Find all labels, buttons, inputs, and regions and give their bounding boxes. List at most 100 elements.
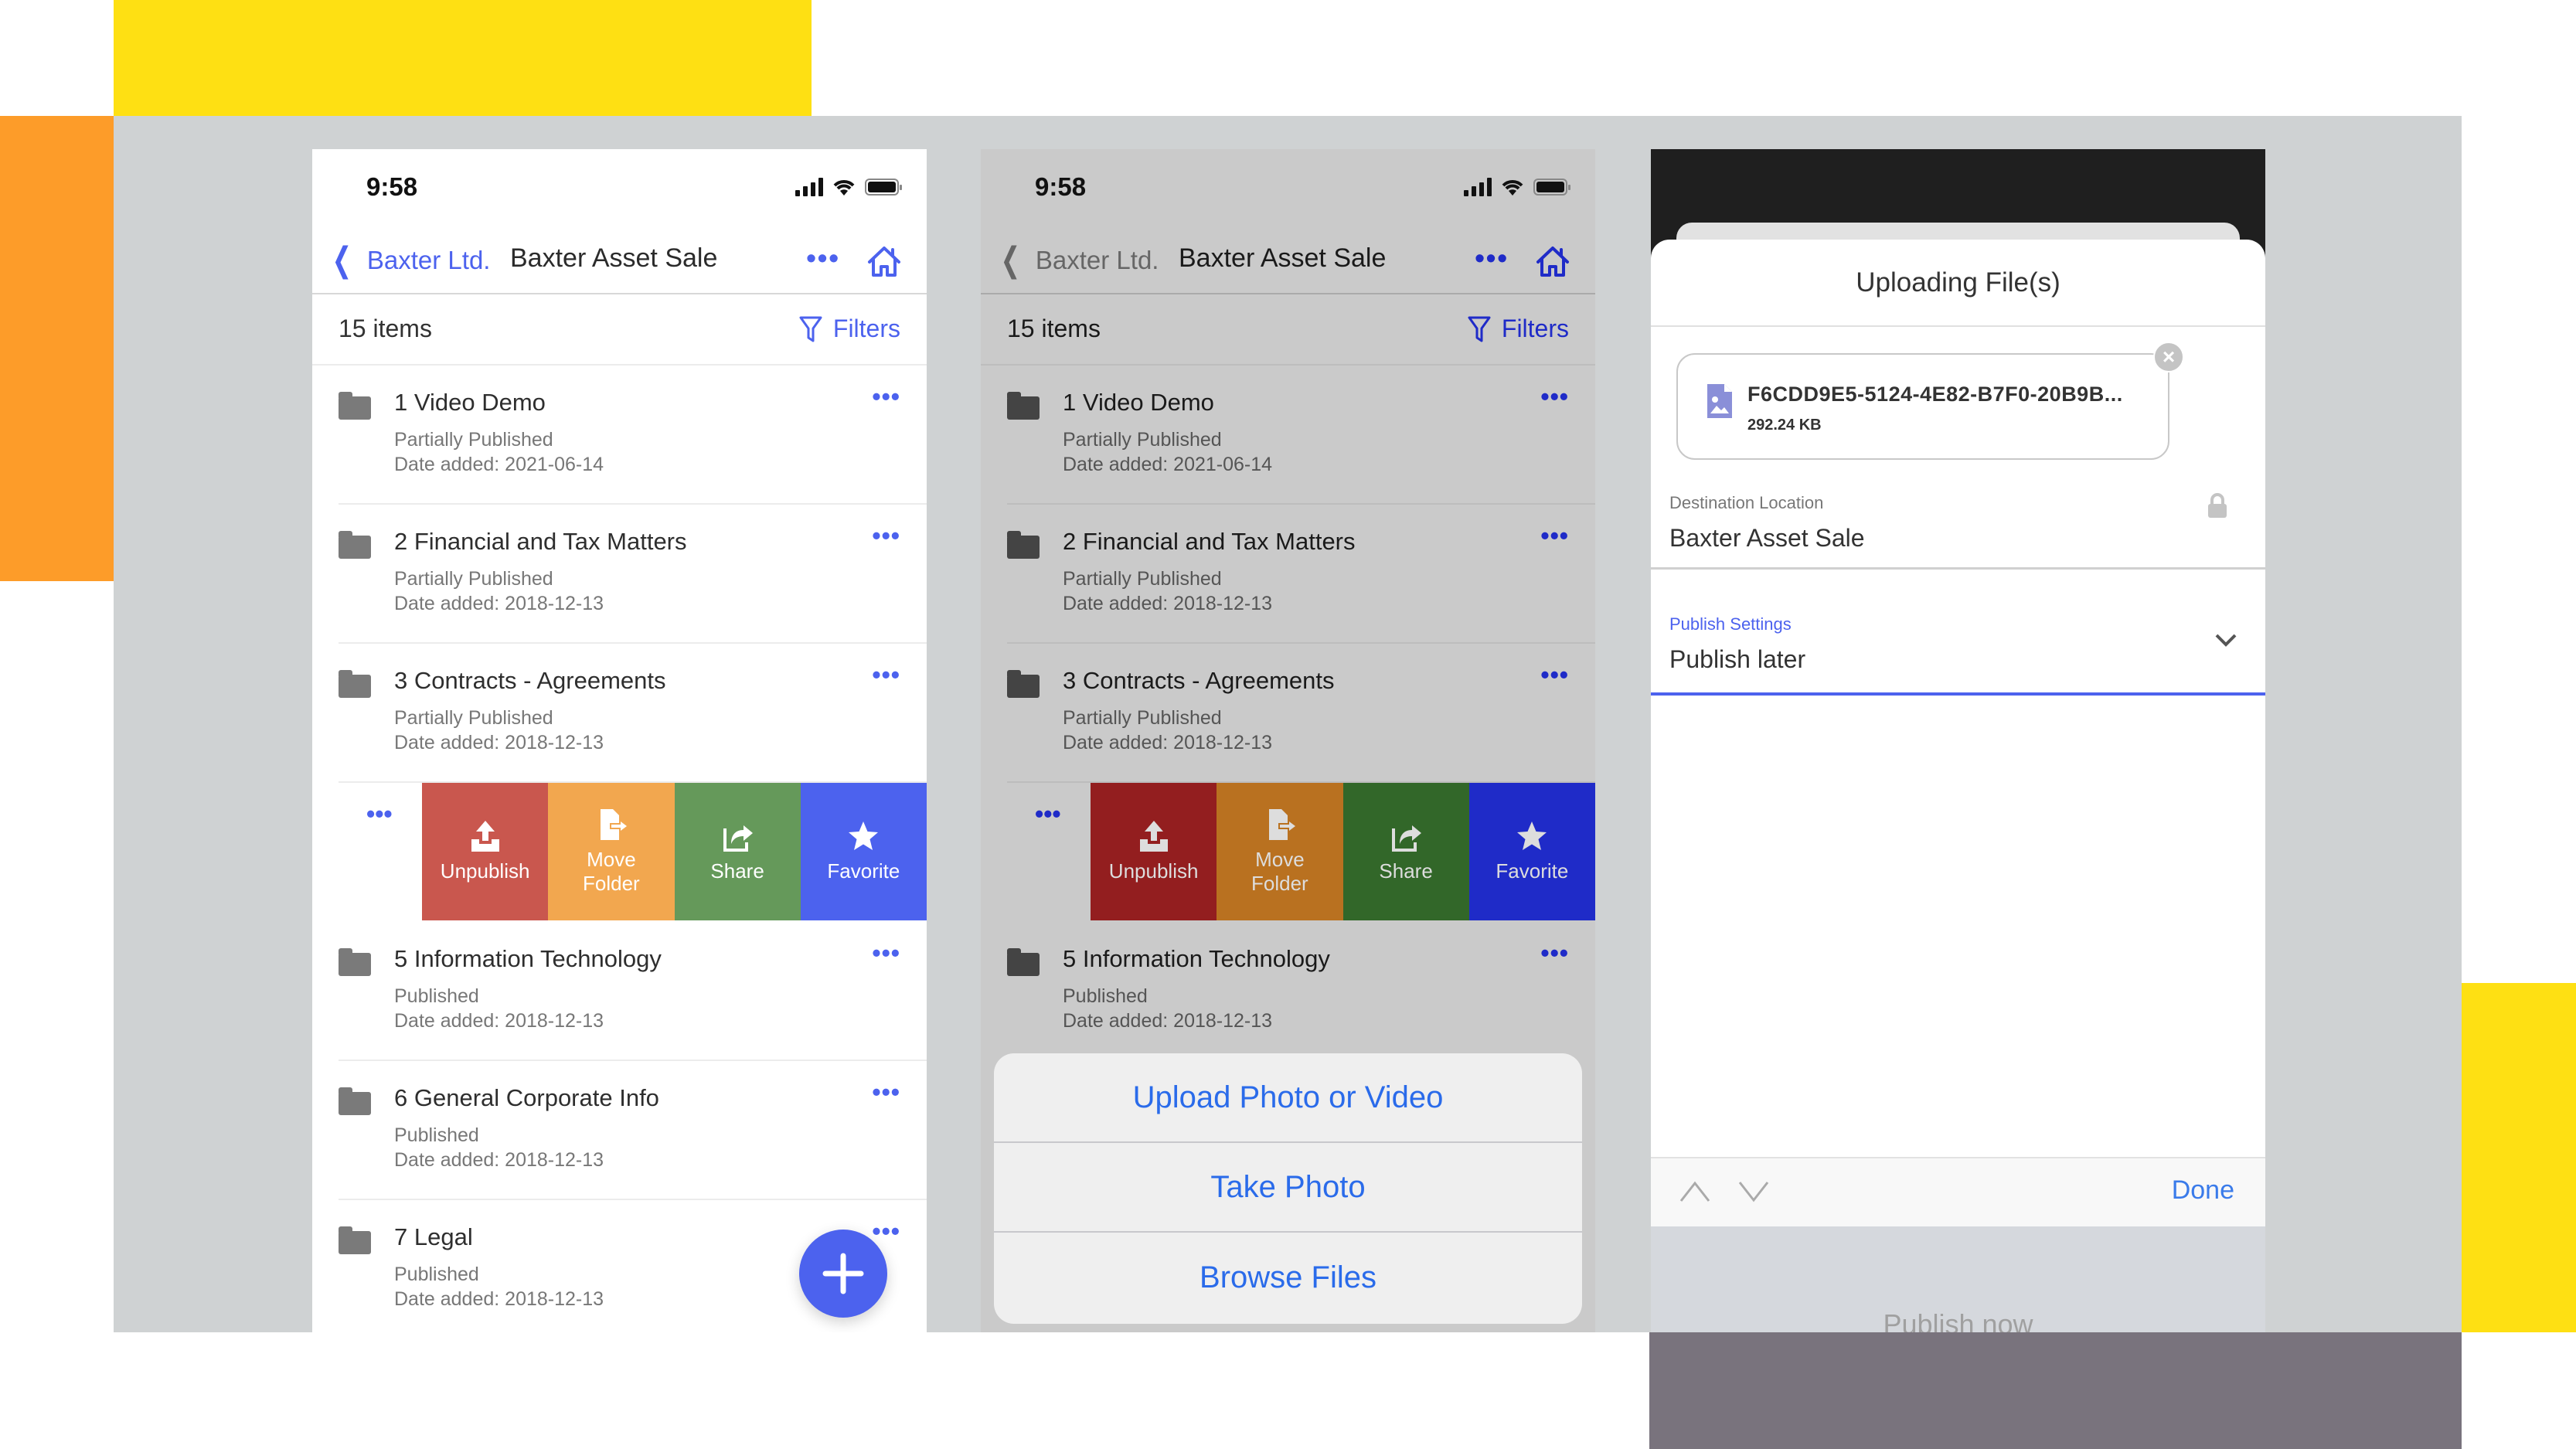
item-count: 15 items	[339, 315, 432, 342]
folder-icon	[1007, 392, 1040, 420]
next-field-button[interactable]	[1737, 1180, 1770, 1203]
item-status: Partially Published	[394, 429, 553, 451]
status-bar: 9:58	[312, 149, 927, 226]
item-status: Published	[1063, 985, 1148, 1007]
item-title: 7 Legal	[394, 1223, 473, 1250]
keyboard-toolbar: Done	[1651, 1157, 2265, 1226]
chevron-left-icon: ❮	[332, 241, 352, 279]
favorite-label: Favorite	[827, 859, 900, 883]
add-button[interactable]	[799, 1230, 887, 1318]
back-button[interactable]: ❮ Baxter Ltd.	[996, 243, 1159, 277]
filters-label: Filters	[1501, 315, 1569, 342]
more-icon[interactable]: •••	[806, 242, 840, 274]
upload-photo-video-option[interactable]: Upload Photo or Video	[994, 1053, 1582, 1143]
filter-icon	[1468, 316, 1491, 342]
list-header: 15 items Filters	[981, 296, 1595, 366]
move-folder-label: Move Folder	[583, 847, 640, 895]
item-date: Date added: 2018-12-13	[394, 593, 604, 614]
share-label: Share	[1379, 859, 1433, 883]
item-title: 1 Video Demo	[1063, 389, 1214, 416]
share-label: Share	[710, 859, 764, 883]
more-icon[interactable]: •••	[872, 1078, 900, 1107]
swipe-row: ••• Unpublish Move Folder Share Favorite	[981, 783, 1595, 922]
done-button[interactable]: Done	[2172, 1175, 2234, 1206]
item-title: 3 Contracts - Agreements	[394, 667, 666, 694]
upload-icon	[471, 821, 499, 852]
list-item[interactable]: 1 Video Demo Partially Published Date ad…	[312, 366, 927, 505]
item-title: 2 Financial and Tax Matters	[394, 528, 687, 555]
more-icon[interactable]: •••	[1475, 242, 1509, 274]
more-icon: •••	[1540, 522, 1569, 549]
signal-icon	[795, 178, 823, 196]
item-count: 15 items	[1007, 315, 1101, 342]
list-item[interactable]: 2 Financial and Tax Matters Partially Pu…	[312, 505, 927, 644]
list-item[interactable]: 5 Information Technology Published Date …	[312, 922, 927, 1061]
item-date: Date added: 2018-12-13	[1063, 1010, 1273, 1032]
list-item: 3 Contracts - Agreements Partially Publi…	[981, 644, 1595, 783]
lock-icon	[2208, 493, 2227, 518]
more-icon: •••	[1540, 661, 1569, 689]
status-time: 9:58	[366, 172, 418, 201]
folder-icon	[339, 948, 371, 976]
nav-bar: ❮ Baxter Ltd. Baxter Asset Sale •••	[312, 226, 927, 294]
browse-files-option[interactable]: Browse Files	[994, 1233, 1582, 1322]
publish-picker[interactable]: Publish now Publish later	[1651, 1226, 2265, 1332]
back-label: Baxter Ltd.	[1035, 246, 1159, 274]
filters-button[interactable]: Filters	[1468, 315, 1569, 343]
share-button[interactable]: Share	[674, 783, 801, 920]
unpublish-label: Unpublish	[440, 859, 530, 883]
more-icon[interactable]: •••	[872, 661, 900, 689]
battery-icon	[865, 179, 902, 196]
list-item: 5 Information Technology Published Date …	[981, 922, 1595, 1061]
list-item[interactable]: 3 Contracts - Agreements Partially Publi…	[312, 644, 927, 783]
folder-icon	[1007, 531, 1040, 559]
folder-icon	[339, 392, 371, 420]
previous-field-button[interactable]	[1679, 1180, 1711, 1203]
unpublish-label: Unpublish	[1108, 859, 1199, 883]
item-date: Date added: 2018-12-13	[1063, 593, 1273, 614]
home-icon[interactable]	[1535, 245, 1570, 277]
home-icon[interactable]	[866, 245, 902, 277]
more-icon[interactable]: •••	[872, 1217, 900, 1246]
back-button[interactable]: ❮ Baxter Ltd.	[328, 241, 491, 279]
unpublish-button[interactable]: Unpublish	[422, 783, 549, 920]
list-item: 1 Video Demo Partially Published Date ad…	[981, 366, 1595, 505]
item-date: Date added: 2018-12-13	[394, 1288, 604, 1310]
plus-icon	[822, 1253, 864, 1294]
folder-icon	[339, 1226, 371, 1254]
picker-option[interactable]: Publish now	[1651, 1308, 2265, 1332]
publish-settings-label: Publish Settings	[1669, 614, 1792, 634]
list-item[interactable]: 6 General Corporate Info Published Date …	[312, 1061, 927, 1200]
take-photo-option[interactable]: Take Photo	[994, 1143, 1582, 1233]
remove-file-button[interactable]: ×	[2153, 342, 2184, 372]
phone-screen-add-menu: 9:58 ❮ Baxter Ltd. Baxter Asset Sale •••…	[981, 149, 1595, 1332]
item-status: Published	[394, 985, 479, 1007]
decor-yellow-block-top	[114, 0, 812, 116]
wifi-icon	[833, 180, 855, 196]
wifi-icon	[1502, 180, 1523, 196]
more-icon[interactable]: •••	[872, 383, 900, 411]
image-file-icon	[1707, 384, 1732, 418]
page-title: Baxter Asset Sale	[510, 243, 718, 273]
more-icon[interactable]: •••	[872, 522, 900, 550]
destination-field: Destination Location Baxter Asset Sale	[1651, 479, 2265, 570]
favorite-button[interactable]: Favorite	[800, 783, 927, 920]
sheet-title: Uploading File(s)	[1651, 240, 2265, 327]
item-date: Date added: 2021-06-14	[1063, 454, 1273, 475]
signal-icon	[1464, 178, 1492, 196]
chevron-down-icon	[2215, 634, 2237, 647]
publish-settings-select[interactable]: Publish Settings Publish later	[1651, 570, 2265, 696]
item-status: Partially Published	[1063, 568, 1222, 590]
favorite-button: Favorite	[1468, 783, 1595, 920]
move-folder-button[interactable]: Move Folder	[548, 783, 675, 920]
more-icon[interactable]: •••	[872, 939, 900, 968]
move-folder-button: Move Folder	[1217, 783, 1343, 920]
decor-dark-block	[1649, 1332, 2462, 1449]
move-file-icon	[600, 808, 627, 840]
star-icon	[849, 821, 879, 851]
more-icon[interactable]: •••	[366, 800, 393, 828]
star-icon	[1517, 821, 1547, 851]
filters-button[interactable]: Filters	[799, 315, 900, 343]
file-size: 292.24 KB	[1747, 417, 1822, 434]
item-date: Date added: 2018-12-13	[394, 732, 604, 753]
